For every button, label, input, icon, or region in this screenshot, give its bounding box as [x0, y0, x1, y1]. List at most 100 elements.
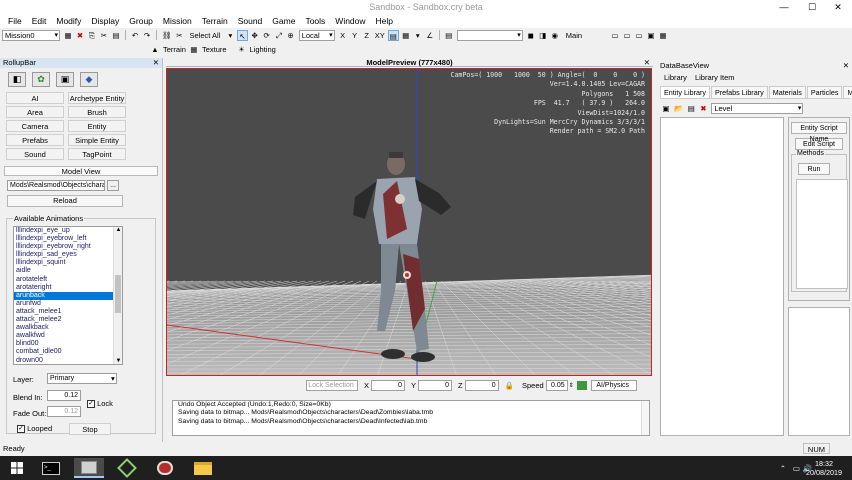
- tab-entity-library[interactable]: Entity Library: [660, 86, 710, 98]
- terrain-follow-icon[interactable]: [576, 380, 587, 390]
- move-icon[interactable]: ✥: [250, 30, 260, 41]
- animation-list-item[interactable]: attack_melee2: [14, 316, 122, 324]
- prefabs-button[interactable]: Prefabs: [6, 134, 64, 146]
- record-icon[interactable]: ▭: [622, 30, 632, 41]
- speed-spinner-icon[interactable]: ⇕: [569, 382, 574, 389]
- tab-prefabs-library[interactable]: Prefabs Library: [710, 86, 768, 98]
- layers-tab-icon[interactable]: ◆: [80, 72, 98, 87]
- network-icon[interactable]: ▭: [793, 456, 800, 480]
- recorder-icon[interactable]: [150, 458, 180, 478]
- camera-button[interactable]: Camera: [6, 120, 64, 132]
- terrain-tool-label[interactable]: Terrain: [162, 44, 187, 55]
- select-arrow-icon[interactable]: ↖: [237, 29, 248, 41]
- copy-icon[interactable]: ⎘: [87, 30, 97, 41]
- redo-icon[interactable]: ↷: [142, 30, 152, 41]
- entity-button[interactable]: Entity: [68, 120, 126, 132]
- frame-icon[interactable]: ▣: [646, 30, 656, 41]
- stop-button[interactable]: Stop: [69, 423, 111, 435]
- close-icon[interactable]: ✕: [644, 58, 650, 67]
- z-coordinate-input[interactable]: 0: [464, 379, 499, 391]
- model-preview-viewport[interactable]: CamPos=( 1000 1000 50 ) Angle=( 0 0 0 ) V…: [166, 68, 652, 376]
- y-coordinate-input[interactable]: 0: [418, 379, 453, 391]
- physics-icon[interactable]: ◉: [550, 30, 560, 41]
- reload-button[interactable]: Reload: [7, 195, 123, 207]
- menu-help[interactable]: Help: [371, 16, 398, 26]
- animation-list-item[interactable]: awalkback: [14, 324, 122, 332]
- tab-materials[interactable]: Materials: [768, 86, 806, 98]
- speed-input[interactable]: 0.05: [545, 379, 568, 391]
- entity-tree[interactable]: [660, 117, 784, 436]
- close-icon[interactable]: ✕: [153, 58, 159, 68]
- nav-icon[interactable]: ◨: [538, 30, 548, 41]
- windows-start-icon[interactable]: [2, 458, 32, 478]
- close-icon[interactable]: ✕: [843, 61, 849, 71]
- snap-icon[interactable]: ⊕: [286, 30, 296, 41]
- terrain-tab-icon[interactable]: ✿: [32, 72, 50, 87]
- file-explorer-icon[interactable]: [188, 458, 218, 478]
- looped-checkbox[interactable]: ✓: [17, 425, 25, 434]
- delete-icon[interactable]: ✖: [75, 30, 85, 41]
- blend-in-input[interactable]: 0.12: [47, 390, 81, 401]
- animation-list-item[interactable]: arotateleft: [14, 276, 122, 284]
- axis-x-button[interactable]: X: [338, 30, 348, 41]
- terrain-snap-icon[interactable]: ▤: [387, 29, 399, 41]
- edit-script-button[interactable]: Edit Script: [795, 138, 843, 150]
- scroll-up-icon[interactable]: ▲: [114, 227, 122, 233]
- layer-icon[interactable]: ▤: [444, 30, 454, 41]
- tray-chevron-icon[interactable]: ⌃: [780, 456, 786, 480]
- animation-list-scrollbar[interactable]: ▲ ▼: [113, 227, 122, 364]
- menu-mission[interactable]: Mission: [158, 16, 197, 26]
- simple-entity-button[interactable]: Simple Entity: [68, 134, 126, 146]
- mission-select[interactable]: Mission0: [2, 29, 60, 41]
- library-select[interactable]: Level: [711, 103, 804, 114]
- model-view-header[interactable]: Model View: [4, 166, 158, 176]
- animation-list-item[interactable]: arunfwd: [14, 300, 122, 308]
- menu-window[interactable]: Window: [330, 16, 370, 26]
- animation-list[interactable]: lllindexpi_eye_up lllindexpi_eyebrow_left…: [13, 226, 123, 365]
- animation-list-item[interactable]: drown00: [14, 357, 122, 365]
- paste-icon[interactable]: ▤: [111, 30, 121, 41]
- browse-button[interactable]: ...: [107, 180, 119, 191]
- scale-icon[interactable]: ⤢: [274, 30, 284, 41]
- menu-group[interactable]: Group: [124, 16, 158, 26]
- animation-list-item[interactable]: lllindexpi_squint: [14, 259, 122, 267]
- save-library-icon[interactable]: ▤: [686, 103, 696, 114]
- animation-list-item[interactable]: arunback: [14, 291, 122, 300]
- menu-tools[interactable]: Tools: [300, 16, 330, 26]
- menu-modify[interactable]: Modify: [51, 16, 86, 26]
- layer-select[interactable]: [456, 29, 523, 41]
- angle-snap-icon[interactable]: ∠: [425, 30, 435, 41]
- methods-list[interactable]: [796, 179, 848, 289]
- texture-tool-label[interactable]: Texture: [201, 44, 228, 55]
- open-library-icon[interactable]: 📂: [673, 103, 684, 114]
- menu-game[interactable]: Game: [267, 16, 300, 26]
- animation-list-item[interactable]: awalkfwd: [14, 332, 122, 340]
- maximize-button[interactable]: ☐: [800, 0, 824, 14]
- animation-list-item[interactable]: lllindexpi_eyebrow_right: [14, 243, 122, 251]
- animation-list-item[interactable]: blind00: [14, 340, 122, 348]
- filter-icon[interactable]: ▾: [225, 30, 235, 41]
- run-button[interactable]: Run: [798, 163, 830, 175]
- lighting-tool-label[interactable]: Lighting: [249, 44, 277, 55]
- brush-button[interactable]: Brush: [68, 106, 126, 118]
- menu-display[interactable]: Display: [86, 16, 124, 26]
- objects-tab-icon[interactable]: ◧: [8, 72, 26, 87]
- camera-icon[interactable]: ◼: [526, 30, 536, 41]
- rotate-icon[interactable]: ⟳: [262, 30, 272, 41]
- display-tab-icon[interactable]: ▣: [56, 72, 74, 87]
- axis-y-button[interactable]: Y: [350, 30, 360, 41]
- undo-icon[interactable]: ↶: [130, 30, 140, 41]
- sound-button[interactable]: Sound: [6, 148, 64, 160]
- animation-list-item[interactable]: lllindexpi_eyebrow_left: [14, 235, 122, 243]
- menu-edit[interactable]: Edit: [27, 16, 52, 26]
- model-path-input[interactable]: Mods\Realsmod\Objects\charac: [7, 180, 105, 191]
- grid-snap-icon[interactable]: ▦: [401, 30, 411, 41]
- stop-icon[interactable]: ▭: [634, 30, 644, 41]
- unlink-icon[interactable]: ✂: [175, 30, 185, 41]
- cut-icon[interactable]: ✂: [99, 30, 109, 41]
- library-menu[interactable]: Library: [660, 72, 691, 83]
- log-scrollbar[interactable]: [641, 401, 649, 435]
- area-button[interactable]: Area: [6, 106, 64, 118]
- animation-list-item[interactable]: aidle: [14, 267, 122, 275]
- lock-selection-button[interactable]: Lock Selection: [306, 379, 358, 391]
